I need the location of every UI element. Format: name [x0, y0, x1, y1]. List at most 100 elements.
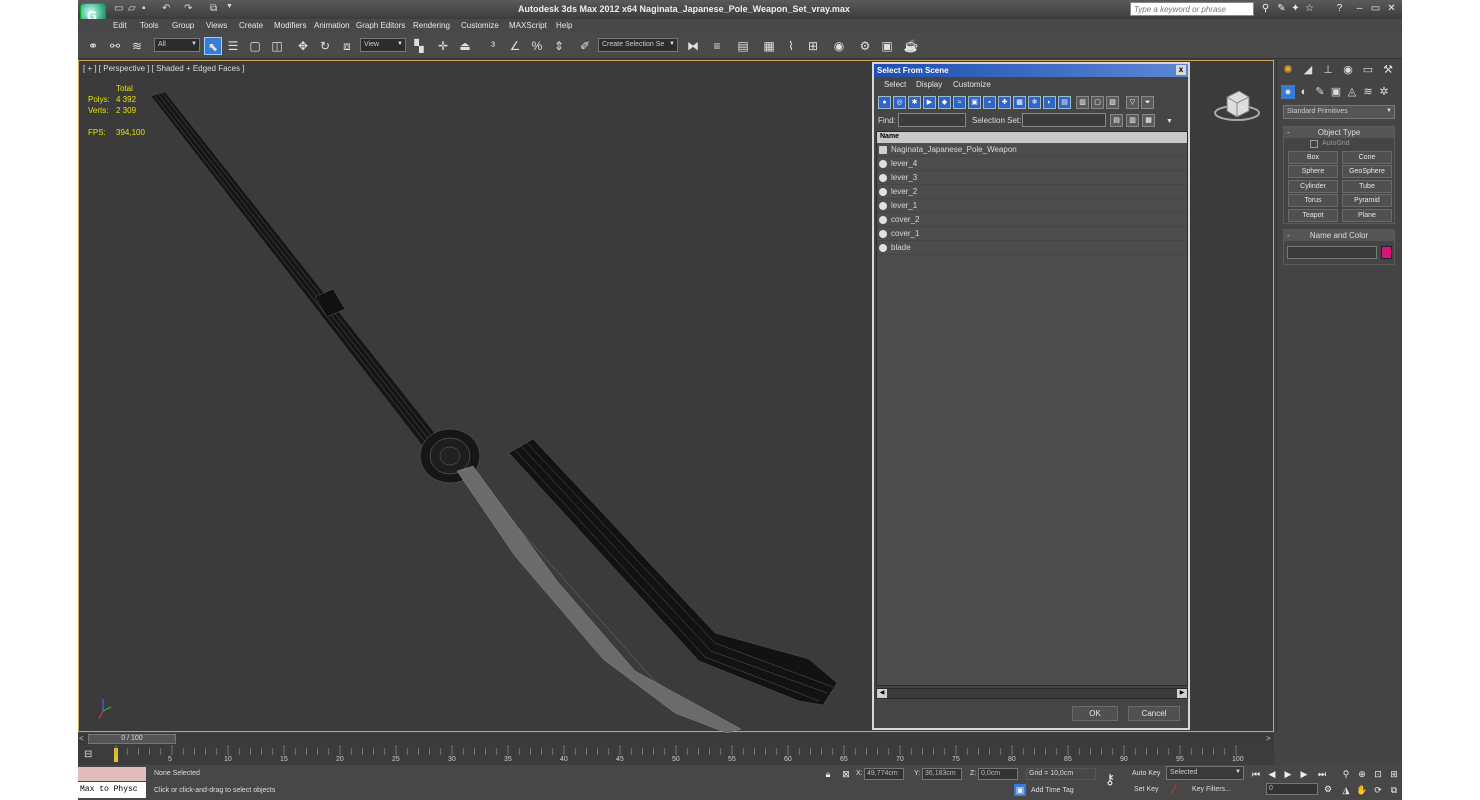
time-slider-next-icon[interactable]: > [1266, 734, 1271, 743]
filter-icon[interactable]: ▽ [1126, 96, 1139, 109]
modify-tab-icon[interactable]: ◢ [1301, 63, 1315, 77]
options-chevron-icon[interactable]: ▼ [1166, 118, 1173, 125]
geosphere-button[interactable]: GeoSphere [1342, 165, 1392, 178]
menu-edit[interactable]: Edit [113, 21, 127, 30]
display-tab-icon[interactable]: ▭ [1361, 63, 1375, 77]
time-slider-thumb[interactable]: 0 / 100 [88, 734, 176, 744]
search-input[interactable]: Type a keyword or phrase [1130, 2, 1254, 16]
open-file-icon[interactable]: ▱ [128, 3, 136, 14]
display-bones-icon[interactable]: ✚ [998, 96, 1011, 109]
scale-icon[interactable]: ⧈ [338, 37, 356, 55]
time-tag-icon[interactable]: ▣ [1014, 784, 1026, 796]
dialog-menu-display[interactable]: Display [916, 80, 942, 89]
x-coordinate-field[interactable]: 49,774cm [864, 768, 904, 780]
display-spacewarps-icon[interactable]: ≈ [953, 96, 966, 109]
render-setup-icon[interactable]: ⚙ [856, 37, 874, 55]
sphere-button[interactable]: Sphere [1288, 165, 1338, 178]
dialog-close-icon[interactable]: x [1176, 65, 1186, 75]
percent-snap-icon[interactable]: % [528, 37, 546, 55]
horizontal-scrollbar[interactable]: ◀ ▶ [876, 688, 1188, 699]
display-groups-icon[interactable]: ▣ [968, 96, 981, 109]
z-coordinate-field[interactable]: 0,0cm [978, 768, 1018, 780]
dialog-menu-select[interactable]: Select [884, 80, 906, 89]
next-frame-icon[interactable]: ▶ [1298, 768, 1310, 780]
dialog-menu-customize[interactable]: Customize [953, 80, 991, 89]
maxscript-listener-mini[interactable] [78, 767, 146, 781]
object-name-input[interactable] [1287, 246, 1377, 259]
menu-maxscript[interactable]: MAXScript [509, 21, 547, 30]
display-geometry-icon[interactable]: ● [878, 96, 891, 109]
favorites-star-icon[interactable]: ☆ [1304, 3, 1315, 14]
unlink-icon[interactable]: ⚯ [106, 37, 124, 55]
time-configuration-icon[interactable]: ⚙ [1322, 783, 1334, 795]
snaps-toggle-icon[interactable]: ³ [484, 37, 502, 55]
current-frame-field[interactable]: 0 [1266, 783, 1318, 795]
select-all-icon[interactable]: ▥ [1076, 96, 1089, 109]
display-containers-icon[interactable]: ▦ [1013, 96, 1026, 109]
scroll-left-icon[interactable]: ◀ [877, 689, 887, 698]
viewcube-icon[interactable] [1213, 83, 1261, 123]
rendered-frame-window-icon[interactable]: ▣ [878, 37, 896, 55]
restore-icon[interactable]: ▭ [1370, 3, 1381, 14]
select-manipulate-icon[interactable]: ✛ [434, 37, 452, 55]
display-lights-icon[interactable]: ✱ [908, 96, 921, 109]
new-file-icon[interactable]: ▭ [114, 3, 123, 14]
menu-create[interactable]: Create [239, 21, 263, 30]
move-icon[interactable]: ✥ [294, 37, 312, 55]
goto-end-icon[interactable]: ⏭ [1316, 768, 1328, 780]
list-item[interactable]: cover_2 [877, 213, 1187, 227]
zoom-icon[interactable]: ⚲ [1340, 768, 1352, 780]
cylinder-button[interactable]: Cylinder [1288, 180, 1338, 193]
maxscript-input[interactable]: Max to Physc [78, 782, 146, 798]
render-production-icon[interactable]: ☕ [902, 37, 920, 55]
quick-access-dropdown-icon[interactable]: ▼ [226, 3, 233, 10]
spacewarps-category-icon[interactable]: ≋ [1361, 85, 1375, 99]
find-input[interactable] [898, 113, 966, 127]
material-editor-icon[interactable]: ◉ [830, 37, 848, 55]
display-shapes-icon[interactable]: ◎ [893, 96, 906, 109]
absolute-mode-icon[interactable]: ⊠ [840, 768, 852, 780]
select-by-name-icon[interactable]: ☰ [224, 37, 242, 55]
schematic-view-icon[interactable]: ⊞ [804, 37, 822, 55]
rotate-icon[interactable]: ↻ [316, 37, 334, 55]
column-header-name[interactable]: Name [877, 132, 1187, 143]
play-icon[interactable]: ▶ [1282, 768, 1294, 780]
zoom-extents-all-icon[interactable]: ⊞ [1388, 768, 1400, 780]
create-selection-set-icon[interactable]: ▤ [1110, 114, 1123, 127]
track-bar[interactable]: ⊟ 5 10 15 20 25 30 35 40 45 50 55 60 65 70 75 80 85 90 95 1… [78, 745, 1274, 765]
list-item[interactable]: Naginata_Japanese_Pole_Weapon [877, 143, 1187, 157]
auto-key-button[interactable]: Auto Key [1132, 770, 1160, 777]
pan-view-icon[interactable]: ✋ [1356, 784, 1368, 796]
spinner-snap-icon[interactable]: ⇕ [550, 37, 568, 55]
bind-space-warp-icon[interactable]: ≋ [128, 37, 146, 55]
torus-button[interactable]: Torus [1288, 194, 1338, 207]
create-tab-icon[interactable]: ✺ [1281, 63, 1295, 77]
systems-category-icon[interactable]: ✲ [1377, 85, 1391, 99]
y-coordinate-field[interactable]: 36,183cm [922, 768, 962, 780]
window-crossing-icon[interactable]: ◫ [268, 37, 286, 55]
help-icon[interactable]: ? [1334, 3, 1345, 14]
keyboard-shortcut-override-icon[interactable]: ⏏ [456, 37, 474, 55]
orbit-icon[interactable]: ⟳ [1372, 784, 1384, 796]
list-item[interactable]: lever_1 [877, 199, 1187, 213]
cancel-button[interactable]: Cancel [1128, 706, 1180, 721]
name-and-color-title[interactable]: Name and Color [1284, 230, 1394, 241]
layer-manager-icon[interactable]: ▤ [734, 37, 752, 55]
filter-options-icon[interactable]: ⏷ [1141, 96, 1154, 109]
teapot-button[interactable]: Teapot [1288, 209, 1338, 222]
display-cameras-icon[interactable]: ▶ [923, 96, 936, 109]
set-key-button[interactable]: Set Key [1134, 786, 1159, 793]
helpers-category-icon[interactable]: ◬ [1345, 85, 1359, 99]
pivot-center-icon[interactable]: ▚ [410, 37, 428, 55]
object-type-title[interactable]: Object Type [1284, 127, 1394, 138]
selection-lock-icon[interactable]: 🔒︎ [822, 768, 834, 780]
box-button[interactable]: Box [1288, 151, 1338, 164]
ok-button[interactable]: OK [1072, 706, 1118, 721]
menu-customize[interactable]: Customize [461, 21, 499, 30]
close-icon[interactable]: ✕ [1386, 3, 1397, 14]
communication-center-icon[interactable]: ✦ [1290, 3, 1301, 14]
menu-animation[interactable]: Animation [314, 21, 350, 30]
zoom-all-icon[interactable]: ⊕ [1356, 768, 1368, 780]
select-object-icon[interactable]: ⬉ [204, 37, 222, 55]
remove-selection-set-icon[interactable]: ▦ [1142, 114, 1155, 127]
